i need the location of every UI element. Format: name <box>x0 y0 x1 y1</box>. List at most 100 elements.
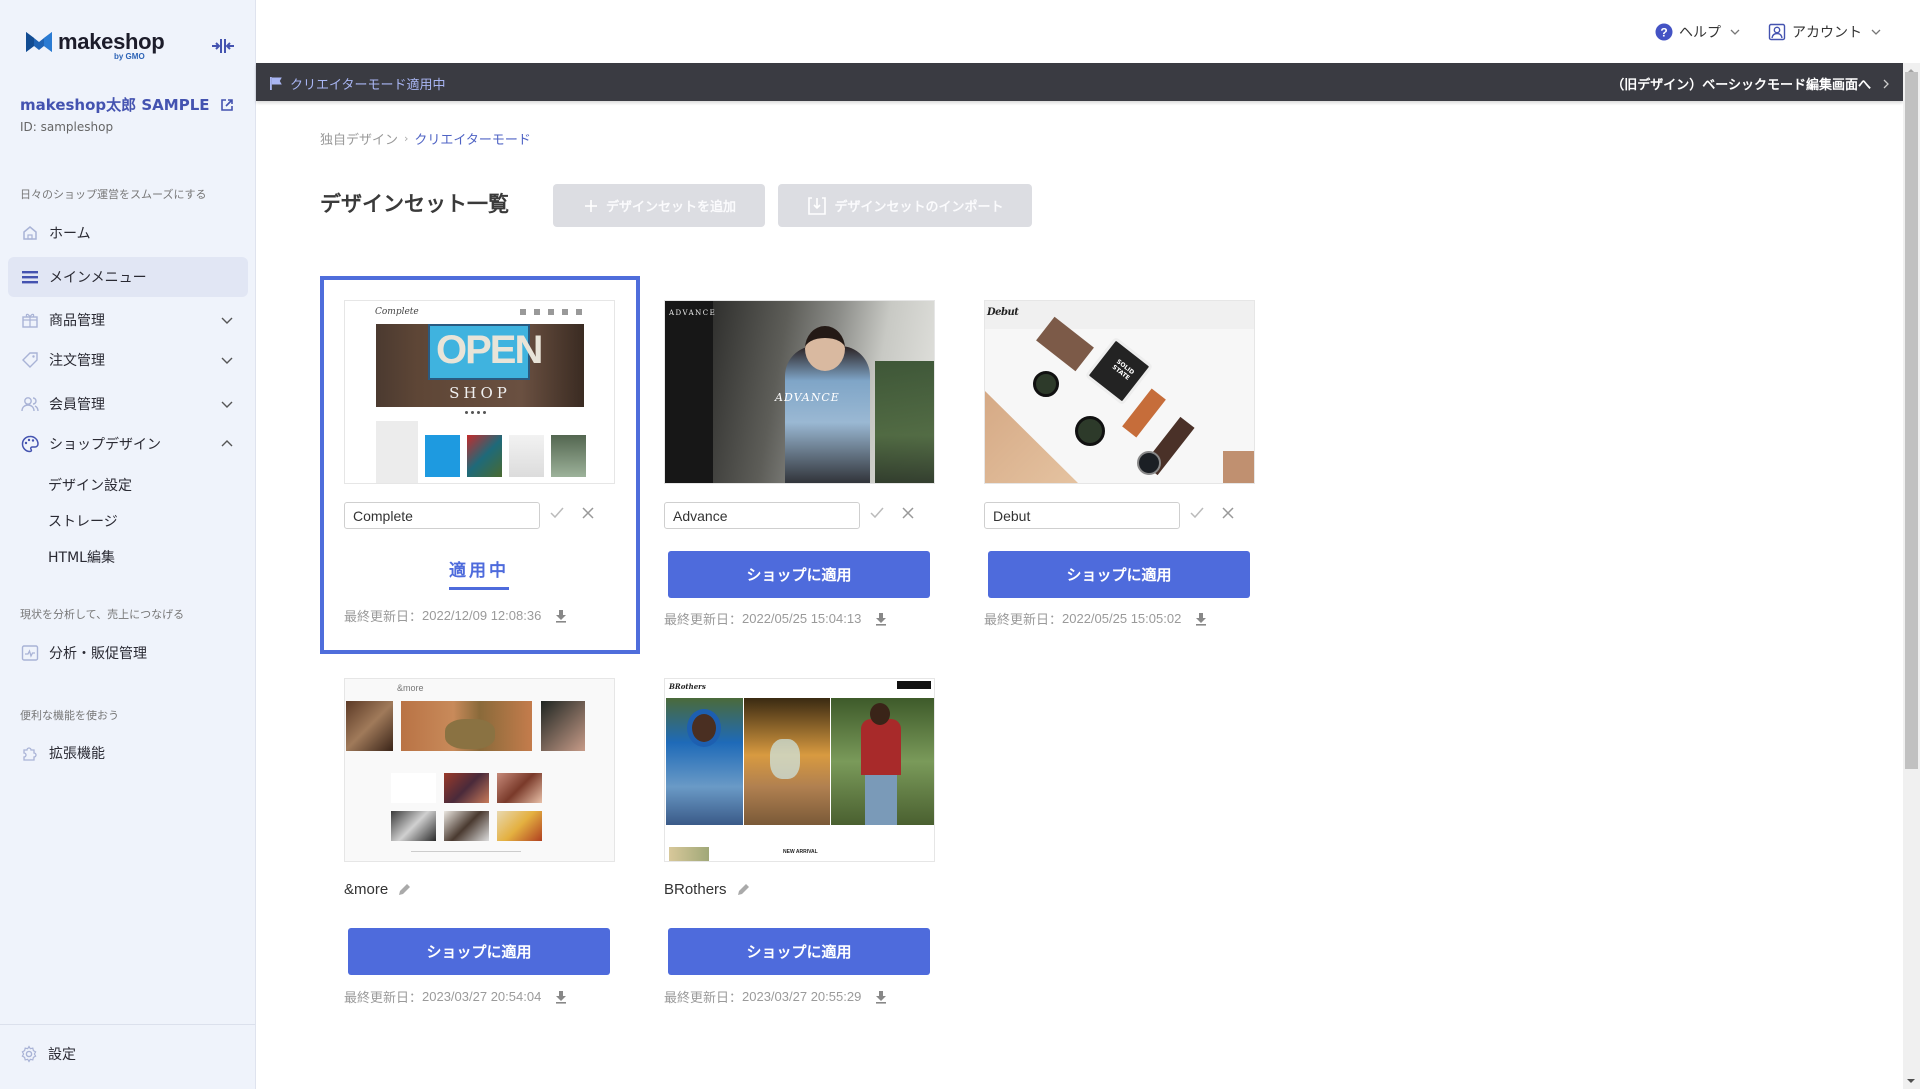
account-icon <box>1768 23 1786 41</box>
last-updated: 最終更新日： 2022/12/09 12:08:36 <box>344 606 567 625</box>
sidebar-divider <box>0 1024 255 1025</box>
check-icon[interactable] <box>1189 505 1205 521</box>
last-updated-value: 2022/05/25 15:04:13 <box>742 611 862 626</box>
makeshop-logo[interactable]: makeshop by GMO <box>26 30 165 61</box>
design-set-name-input[interactable] <box>664 502 860 529</box>
home-icon <box>23 226 37 240</box>
download-icon[interactable] <box>555 609 567 623</box>
last-updated-prefix: 最終更新日： <box>344 990 423 1005</box>
sidebar-item-members[interactable]: 会員管理 <box>8 384 248 424</box>
apply-to-shop-button[interactable]: ショップに適用 <box>668 551 930 598</box>
thumb-hero-image: OPEN SHOP <box>376 324 584 407</box>
basic-mode-link[interactable]: （旧デザイン）ベーシックモード編集画面へ <box>1611 74 1891 93</box>
logo-sub: by GMO <box>114 52 145 61</box>
design-set-thumbnail[interactable]: BRothers NEW ARRIVAL <box>664 678 935 862</box>
last-updated-prefix: 最終更新日： <box>664 612 743 627</box>
collapse-sidebar-icon[interactable] <box>211 36 235 56</box>
import-design-set-label: デザインセットのインポート <box>834 200 1004 215</box>
sidebar-item-label: 会員管理 <box>49 397 105 413</box>
sidebar-item-label: 商品管理 <box>49 313 105 329</box>
chevron-down-icon <box>221 317 233 324</box>
design-set-name-input[interactable] <box>984 502 1180 529</box>
breadcrumb-current[interactable]: クリエイターモード <box>414 129 530 148</box>
design-set-thumbnail[interactable]: ADVANCE ADVANCE <box>664 300 935 484</box>
apply-to-shop-button[interactable]: ショップに適用 <box>668 928 930 975</box>
pencil-icon[interactable] <box>735 882 751 898</box>
pencil-icon[interactable] <box>396 882 412 898</box>
help-menu[interactable]: ? ヘルプ <box>1655 22 1741 42</box>
creator-mode-bar: クリエイターモード適用中 （旧デザイン）ベーシックモード編集画面へ <box>256 63 1903 101</box>
add-design-set-button[interactable]: デザインセットを追加 <box>553 184 765 227</box>
sidebar-item-products[interactable]: 商品管理 <box>8 300 248 340</box>
external-link-icon[interactable] <box>220 98 234 112</box>
last-updated-prefix: 最終更新日： <box>344 609 423 624</box>
thumb-title: &more <box>397 683 424 693</box>
sidebar-item-label: ショップデザイン <box>49 437 161 453</box>
import-icon <box>808 196 827 215</box>
thumb-overlay-text: ADVANCE <box>775 391 840 404</box>
sidebar-item-settings[interactable]: 設定 <box>20 1044 76 1064</box>
design-set-thumbnail[interactable]: &more <box>344 678 615 862</box>
chevron-up-icon <box>221 440 233 447</box>
users-icon <box>21 397 39 412</box>
sidebar-item-extensions[interactable]: 拡張機能 <box>8 733 248 773</box>
sidebar-item-label: 注文管理 <box>49 353 105 369</box>
last-updated-prefix: 最終更新日： <box>664 990 743 1005</box>
design-set-name-input[interactable] <box>344 502 540 529</box>
account-label: アカウント <box>1792 25 1862 41</box>
scroll-thumb[interactable] <box>1905 72 1918 769</box>
palette-icon <box>21 435 39 453</box>
thumb-title: ADVANCE <box>669 309 717 317</box>
chevron-down-icon <box>221 401 233 408</box>
import-design-set-button[interactable]: デザインセットのインポート <box>778 184 1032 227</box>
sidebar-item-orders[interactable]: 注文管理 <box>8 340 248 380</box>
shop-name-text: makeshop太郎 SAMPLE <box>20 96 210 114</box>
account-menu[interactable]: アカウント <box>1768 22 1882 42</box>
sidebar-item-label: 拡張機能 <box>49 746 105 762</box>
check-icon[interactable] <box>549 505 565 521</box>
sidebar-subitem-design-settings[interactable]: デザイン設定 <box>48 475 132 495</box>
sidebar: makeshop by GMO makeshop太郎 SAMPLE ID: sa… <box>0 0 256 1089</box>
thumb-open-text: OPEN <box>436 328 543 372</box>
thumb-title: Complete <box>375 307 419 317</box>
sidebar-item-label: ホーム <box>49 226 91 242</box>
chevron-down-icon <box>221 357 233 364</box>
sidebar-item-main-menu[interactable]: メインメニュー <box>8 257 248 297</box>
page-scrollbar[interactable] <box>1903 63 1920 1089</box>
apply-to-shop-button[interactable]: ショップに適用 <box>348 928 610 975</box>
close-icon[interactable] <box>900 505 916 521</box>
close-icon[interactable] <box>580 505 596 521</box>
scroll-down-arrow[interactable] <box>1907 1079 1915 1083</box>
thumb-title: Debut <box>987 307 1019 318</box>
basic-mode-link-label: （旧デザイン）ベーシックモード編集画面へ <box>1611 78 1871 93</box>
section-label-analysis: 現状を分析して、売上につなげる <box>20 608 185 621</box>
thumb-title: BRothers <box>669 682 706 691</box>
download-icon[interactable] <box>875 990 887 1004</box>
sidebar-item-shop-design[interactable]: ショップデザイン <box>8 424 248 464</box>
sidebar-item-home[interactable]: ホーム <box>8 213 248 253</box>
download-icon[interactable] <box>1195 612 1207 626</box>
breadcrumb-parent[interactable]: 独自デザイン <box>320 129 398 148</box>
apply-to-shop-button[interactable]: ショップに適用 <box>988 551 1250 598</box>
breadcrumb-separator: › <box>404 132 409 145</box>
design-set-name-text: &more <box>344 881 389 898</box>
check-icon[interactable] <box>869 505 885 521</box>
page-title: デザインセット一覧 <box>320 192 509 216</box>
design-set-thumbnail[interactable]: Debut SOLID STATE <box>984 300 1255 484</box>
sidebar-item-label: 分析・販促管理 <box>49 646 147 662</box>
last-updated-value: 2023/03/27 20:55:29 <box>742 989 862 1004</box>
last-updated-value: 2023/03/27 20:54:04 <box>422 989 542 1004</box>
chevron-right-icon <box>1883 79 1889 88</box>
design-set-thumbnail[interactable]: Complete OPEN SHOP <box>344 300 615 484</box>
design-set-name: &more <box>344 881 412 898</box>
section-label-features: 便利な機能を使おう <box>20 709 119 722</box>
logo-mark-icon <box>26 32 52 52</box>
sidebar-item-label: メインメニュー <box>49 270 147 286</box>
sidebar-subitem-storage[interactable]: ストレージ <box>48 511 118 531</box>
download-icon[interactable] <box>555 990 567 1004</box>
sidebar-item-analytics[interactable]: 分析・販促管理 <box>8 633 248 673</box>
puzzle-icon <box>23 747 37 761</box>
sidebar-subitem-html-edit[interactable]: HTML編集 <box>48 547 115 567</box>
download-icon[interactable] <box>875 612 887 626</box>
close-icon[interactable] <box>1220 505 1236 521</box>
